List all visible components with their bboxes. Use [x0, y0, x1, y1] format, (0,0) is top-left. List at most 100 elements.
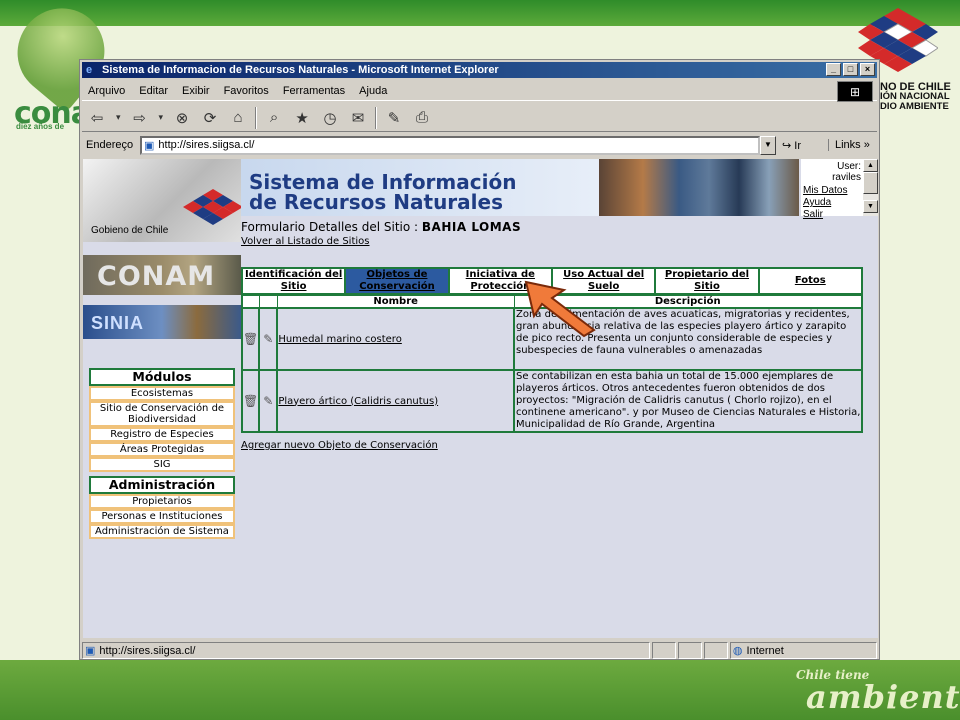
security-zone: ◍ Internet	[729, 642, 877, 659]
menu-areas-protegidas[interactable]: Áreas Protegidas	[89, 442, 235, 457]
page-icon: ▣	[85, 645, 96, 657]
toolbar-separator	[255, 106, 258, 129]
tab-fotos[interactable]: Fotos	[760, 269, 861, 293]
row-descripcion: Se contabilizan en esta bahia un total d…	[513, 369, 863, 433]
ayuda-link[interactable]: Ayuda	[803, 197, 831, 208]
banner-photo-strip	[599, 159, 799, 216]
toolbar-separator	[375, 106, 378, 129]
user-label: User:	[837, 161, 861, 172]
window-title: Sistema de Informacion de Recursos Natur…	[102, 64, 499, 76]
banner-scrollbar[interactable]: ▲ ▼	[863, 159, 878, 216]
scroll-up-icon[interactable]: ▲	[863, 159, 878, 172]
address-dropdown-icon[interactable]: ▼	[760, 135, 776, 155]
search-icon[interactable]: ⌕	[263, 107, 285, 129]
globe-icon: ◍	[732, 645, 743, 657]
status-bar: ▣ http://sires.siigsa.cl/ ◍ Internet	[82, 642, 877, 659]
window-controls: _ □ ×	[826, 63, 875, 76]
delete-icon[interactable]: 🗑	[240, 369, 261, 433]
history-icon[interactable]: ◷	[319, 107, 341, 129]
scroll-thumb[interactable]	[863, 172, 878, 194]
close-button[interactable]: ×	[860, 63, 875, 76]
edit-icon[interactable]: ✎	[258, 369, 279, 433]
menu-personas-instituciones[interactable]: Personas e Instituciones	[89, 509, 235, 524]
status-cell	[652, 642, 677, 659]
maximize-button[interactable]: □	[843, 63, 858, 76]
user-panel: User: raviles Mis Datos Ayuda Salir	[801, 159, 863, 220]
pointer-arrow-icon	[524, 280, 596, 338]
ie-icon: e	[86, 64, 93, 76]
status-cell	[704, 642, 728, 659]
links-button[interactable]: Links »	[828, 139, 870, 151]
minimize-button[interactable]: _	[826, 63, 841, 76]
modulos-heading: Módulos	[89, 368, 235, 386]
favorites-icon[interactable]: ★	[291, 107, 313, 129]
tab-propietario[interactable]: Propietario del Sitio	[656, 269, 760, 293]
address-label: Endereço	[86, 139, 134, 151]
page-icon: ▣	[144, 139, 155, 152]
col-spacer	[258, 294, 278, 309]
add-object-link[interactable]: Agregar nuevo Objeto de Conservación	[241, 440, 438, 451]
chile-tiene-ambiente-logo: Chile tiene ambiente	[796, 668, 960, 716]
menu-bar: Arquivo Editar Exibir Favoritos Ferramen…	[82, 81, 877, 102]
slide-top-band	[0, 0, 960, 26]
side-menu: Módulos Ecosistemas Sitio de Conservació…	[89, 368, 235, 539]
scroll-down-icon[interactable]: ▼	[863, 200, 878, 213]
user-name: raviles	[832, 172, 861, 183]
menu-ajuda[interactable]: Ajuda	[359, 85, 387, 97]
salir-link[interactable]: Salir	[803, 209, 823, 220]
menu-sitio-conservacion[interactable]: Sitio de Conservación de Biodiversidad	[89, 401, 235, 427]
tab-identificacion[interactable]: Identificación del Sitio	[243, 269, 347, 293]
refresh-icon[interactable]: ⟳	[199, 107, 221, 129]
delete-icon[interactable]: 🗑	[240, 307, 261, 371]
stop-icon[interactable]: ⊗	[171, 107, 193, 129]
administracion-heading: Administración	[89, 476, 235, 494]
table-row: 🗑 ✎ Playero ártico (Calidris canutus) Se…	[240, 369, 863, 433]
back-dropdown-icon[interactable]: ▾	[114, 107, 123, 129]
back-icon[interactable]: ⇦	[86, 107, 108, 129]
address-input[interactable]: ▣ http://sires.siigsa.cl/	[140, 135, 760, 155]
site-name: BAHIA LOMAS	[421, 220, 522, 234]
title-bar[interactable]: e Sistema de Informacion de Recursos Nat…	[82, 62, 877, 78]
menu-ecosistemas[interactable]: Ecosistemas	[89, 386, 235, 401]
row-nombre: Playero ártico (Calidris canutus)	[276, 369, 515, 433]
menu-exibir[interactable]: Exibir	[182, 85, 210, 97]
gobierno-label: Gobieno de Chile	[91, 225, 169, 236]
menu-propietarios[interactable]: Propietarios	[89, 494, 235, 509]
edit-icon[interactable]: ✎	[258, 307, 279, 371]
menu-registro-especies[interactable]: Registro de Especies	[89, 427, 235, 442]
tab-objetos-conservacion[interactable]: Objetos de Conservación	[346, 269, 450, 293]
menu-ferramentas[interactable]: Ferramentas	[283, 85, 345, 97]
row-nombre: Humedal marino costero	[276, 307, 515, 371]
row-nombre-link[interactable]: Playero ártico (Calidris canutus)	[278, 396, 438, 407]
menu-editar[interactable]: Editar	[139, 85, 168, 97]
toolbar: ⇦ ▾ ⇨ ▾ ⊗ ⟳ ⌂ ⌕ ★ ◷ ✉ ✎ ⎙	[82, 104, 877, 132]
row-nombre-link[interactable]: Humedal marino costero	[278, 334, 402, 345]
menu-administracion-sistema[interactable]: Administración de Sistema	[89, 524, 235, 539]
mis-datos-link[interactable]: Mis Datos	[803, 185, 847, 196]
print-icon[interactable]: ⎙	[411, 107, 433, 129]
menu-sig[interactable]: SIG	[89, 457, 235, 472]
col-nombre: Nombre	[276, 294, 515, 309]
status-cell	[678, 642, 703, 659]
banner-cube-logo	[183, 189, 243, 225]
menu-favoritos[interactable]: Favoritos	[224, 85, 269, 97]
banner-title-line2: de Recursos Naturales	[249, 190, 503, 214]
menu-arquivo[interactable]: Arquivo	[88, 85, 125, 97]
home-icon[interactable]: ⌂	[227, 107, 249, 129]
windows-logo-icon: ⊞	[837, 81, 873, 102]
back-to-list-link[interactable]: Volver al Listado de Sitios	[241, 236, 370, 247]
col-spacer	[241, 294, 260, 309]
mail-icon[interactable]: ✉	[347, 107, 369, 129]
status-text: ▣ http://sires.siigsa.cl/	[82, 642, 651, 659]
browser-window: e Sistema de Informacion de Recursos Nat…	[79, 59, 880, 660]
address-bar: Endereço ▣ http://sires.siigsa.cl/ ▼ ↪ I…	[82, 134, 877, 156]
forward-dropdown-icon[interactable]: ▾	[157, 107, 166, 129]
conama-banner[interactable]: CONAM	[83, 255, 241, 295]
forward-icon[interactable]: ⇨	[129, 107, 151, 129]
banner-title: Sistema de Información de Recursos Natur…	[241, 159, 599, 216]
address-url: http://sires.siigsa.cl/	[158, 139, 255, 151]
go-button[interactable]: ↪ Ir	[782, 139, 824, 152]
edit-icon[interactable]: ✎	[383, 107, 405, 129]
sinia-banner[interactable]: SINIA	[83, 305, 241, 339]
form-title: Formulario Detalles del Sitio : BAHIA LO…	[241, 220, 522, 234]
